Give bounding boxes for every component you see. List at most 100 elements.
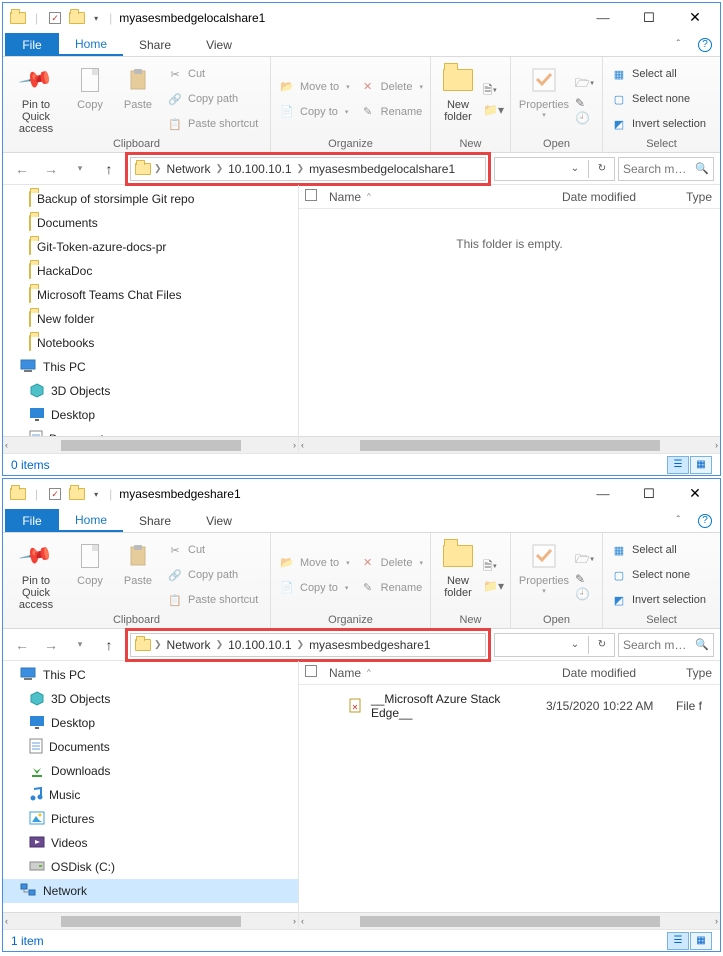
properties-button[interactable]: Properties▾ bbox=[515, 61, 573, 137]
column-headers[interactable]: Name^ Date modified Type bbox=[299, 661, 720, 685]
breadcrumb-item[interactable]: myasesmbedgelocalshare1 bbox=[306, 162, 458, 176]
select-all-button[interactable]: ▦Select all bbox=[607, 63, 710, 85]
properties-qat-icon[interactable]: ✓ bbox=[47, 10, 63, 26]
copy-button[interactable]: Copy bbox=[67, 537, 113, 613]
icons-view-button[interactable]: ▦ bbox=[690, 456, 712, 474]
new-item-icon[interactable]: 🗎▾ bbox=[483, 557, 504, 578]
chevron-right-icon[interactable]: ❯ bbox=[153, 639, 163, 650]
help-icon[interactable]: ? bbox=[698, 514, 712, 528]
nav-item[interactable]: HackaDoc bbox=[3, 259, 298, 283]
delete-button[interactable]: ✕Delete▾ bbox=[356, 76, 427, 98]
properties-button[interactable]: Properties▾ bbox=[515, 537, 573, 613]
copy-to-button[interactable]: 📄Copy to▾ bbox=[275, 577, 354, 599]
nav-recent-dropdown-icon[interactable]: ▾ bbox=[67, 633, 93, 657]
nav-forward-button[interactable]: → bbox=[38, 633, 64, 657]
content-horizontal-scrollbar[interactable]: ‹› bbox=[299, 912, 720, 929]
collapse-ribbon-icon[interactable]: ˆ bbox=[677, 515, 680, 526]
breadcrumb-item[interactable]: myasesmbedgeshare1 bbox=[306, 638, 433, 652]
refresh-button[interactable]: ↻ bbox=[590, 634, 614, 656]
edit-icon[interactable]: ✎ bbox=[575, 572, 594, 586]
move-to-button[interactable]: 📂Move to▾ bbox=[275, 552, 354, 574]
invert-selection-button[interactable]: ◩Invert selection bbox=[607, 589, 710, 611]
details-view-button[interactable]: ☰ bbox=[667, 456, 689, 474]
breadcrumb-item[interactable]: Network bbox=[164, 638, 214, 652]
nav-item[interactable]: 3D Objects bbox=[3, 379, 298, 403]
nav-item[interactable]: Music bbox=[3, 783, 298, 807]
nav-item[interactable]: This PC bbox=[3, 355, 298, 379]
breadcrumb-item[interactable]: Network bbox=[164, 162, 214, 176]
nav-item[interactable]: This PC bbox=[3, 663, 298, 687]
nav-item[interactable]: Desktop bbox=[3, 403, 298, 427]
edit-icon[interactable]: ✎ bbox=[575, 96, 594, 110]
copy-button[interactable]: Copy bbox=[67, 61, 113, 137]
rename-button[interactable]: ✎Rename bbox=[356, 101, 427, 123]
new-folder-button[interactable]: New folder bbox=[435, 537, 481, 613]
navigation-pane[interactable]: Backup of storsimple Git repo Documents … bbox=[3, 185, 299, 453]
minimize-button[interactable]: — bbox=[580, 3, 626, 33]
address-dropdown-icon[interactable]: ⌄ bbox=[563, 634, 587, 656]
nav-horizontal-scrollbar[interactable]: ‹› bbox=[3, 912, 298, 929]
tab-share[interactable]: Share bbox=[123, 33, 187, 56]
paste-shortcut-button[interactable]: 📋Paste shortcut bbox=[163, 113, 262, 135]
folder-qat-icon[interactable] bbox=[69, 10, 85, 26]
nav-back-button[interactable]: ← bbox=[9, 633, 35, 657]
copy-path-button[interactable]: 🔗Copy path bbox=[163, 564, 262, 586]
copy-to-button[interactable]: 📄Copy to▾ bbox=[275, 101, 354, 123]
chevron-right-icon[interactable]: ❯ bbox=[296, 639, 306, 650]
chevron-right-icon[interactable]: ❯ bbox=[215, 163, 225, 174]
cut-button[interactable]: ✂Cut bbox=[163, 63, 262, 85]
nav-item[interactable]: Desktop bbox=[3, 711, 298, 735]
tab-share[interactable]: Share bbox=[123, 509, 187, 532]
new-item-icon[interactable]: 🗎▾ bbox=[483, 81, 504, 102]
select-all-checkbox[interactable] bbox=[305, 189, 317, 201]
tab-home[interactable]: Home bbox=[59, 509, 123, 532]
delete-button[interactable]: ✕Delete▾ bbox=[356, 552, 427, 574]
invert-selection-button[interactable]: ◩Invert selection bbox=[607, 113, 710, 135]
refresh-button[interactable]: ↻ bbox=[590, 158, 614, 180]
open-icon[interactable]: 🗁▾ bbox=[575, 550, 594, 571]
qat-dropdown-icon[interactable]: ▾ bbox=[91, 490, 100, 499]
select-all-checkbox[interactable] bbox=[305, 665, 317, 677]
chevron-right-icon[interactable]: ❯ bbox=[153, 163, 163, 174]
close-button[interactable]: ✕ bbox=[672, 479, 718, 509]
qat-dropdown-icon[interactable]: ▾ bbox=[91, 14, 100, 23]
address-dropdown-icon[interactable]: ⌄ bbox=[563, 158, 587, 180]
folder-qat-icon[interactable] bbox=[69, 486, 85, 502]
easy-access-icon[interactable]: 📁▾ bbox=[483, 579, 504, 593]
pin-quick-access-button[interactable]: 📌 Pin to Quick access bbox=[7, 537, 65, 613]
nav-item[interactable]: Network bbox=[3, 879, 298, 903]
maximize-button[interactable]: ☐ bbox=[626, 3, 672, 33]
easy-access-icon[interactable]: 📁▾ bbox=[483, 103, 504, 117]
address-bar[interactable]: ❯ Network ❯ 10.100.10.1 ❯ myasesmbedgesh… bbox=[130, 633, 486, 657]
nav-item[interactable]: New folder bbox=[3, 307, 298, 331]
chevron-right-icon[interactable]: ❯ bbox=[215, 639, 225, 650]
select-none-button[interactable]: ▢Select none bbox=[607, 88, 710, 110]
search-input[interactable]: Search m… 🔍 bbox=[618, 157, 714, 181]
paste-button[interactable]: Paste bbox=[115, 537, 161, 613]
history-icon[interactable]: 🕘 bbox=[575, 587, 594, 601]
nav-item[interactable]: OSDisk (C:) bbox=[3, 855, 298, 879]
nav-item[interactable]: Documents bbox=[3, 211, 298, 235]
paste-button[interactable]: Paste bbox=[115, 61, 161, 137]
close-button[interactable]: ✕ bbox=[672, 3, 718, 33]
nav-forward-button[interactable]: → bbox=[38, 157, 64, 181]
content-horizontal-scrollbar[interactable]: ‹› bbox=[299, 436, 720, 453]
help-icon[interactable]: ? bbox=[698, 38, 712, 52]
nav-item[interactable]: Notebooks bbox=[3, 331, 298, 355]
nav-item[interactable]: Videos bbox=[3, 831, 298, 855]
file-menu-button[interactable]: File bbox=[5, 509, 59, 532]
nav-up-button[interactable]: ↑ bbox=[96, 633, 122, 657]
file-menu-button[interactable]: File bbox=[5, 33, 59, 56]
nav-item[interactable]: Git-Token-azure-docs-pr bbox=[3, 235, 298, 259]
minimize-button[interactable]: — bbox=[580, 479, 626, 509]
new-folder-button[interactable]: New folder bbox=[435, 61, 481, 137]
tab-view[interactable]: View bbox=[187, 509, 251, 532]
select-all-button[interactable]: ▦Select all bbox=[607, 539, 710, 561]
navigation-pane[interactable]: This PC 3D Objects Desktop Documents Dow… bbox=[3, 661, 299, 929]
nav-item[interactable]: Backup of storsimple Git repo bbox=[3, 187, 298, 211]
nav-item[interactable]: Microsoft Teams Chat Files bbox=[3, 283, 298, 307]
column-headers[interactable]: Name^ Date modified Type bbox=[299, 185, 720, 209]
tab-home[interactable]: Home bbox=[59, 33, 123, 56]
search-input[interactable]: Search m… 🔍 bbox=[618, 633, 714, 657]
nav-item[interactable]: Documents bbox=[3, 735, 298, 759]
